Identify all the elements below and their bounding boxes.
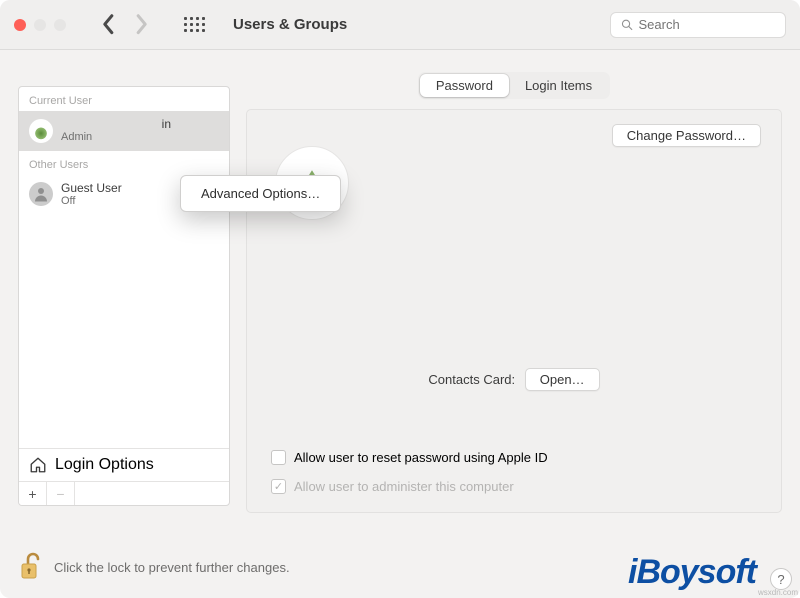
traffic-lights [14, 19, 66, 31]
nav-buttons [102, 18, 148, 32]
add-user-button[interactable]: + [19, 482, 47, 506]
open-contacts-button[interactable]: Open… [525, 368, 600, 391]
tab-bar: Password Login Items [246, 72, 782, 99]
forward-button [134, 18, 148, 32]
options: Allow user to reset password using Apple… [271, 450, 548, 494]
users-sidebar: Current User in Admin Other Users Guest … [18, 86, 230, 506]
titlebar: Users & Groups [0, 0, 800, 50]
window-title: Users & Groups [233, 16, 347, 33]
allow-reset-row[interactable]: Allow user to reset password using Apple… [271, 450, 548, 465]
watermark: wsxdn.com [758, 588, 798, 597]
footer: Click the lock to prevent further change… [18, 552, 290, 582]
change-password-button[interactable]: Change Password… [612, 124, 761, 147]
current-user-name: in [61, 117, 171, 131]
guest-user-status: Off [61, 195, 122, 208]
user-info: in Admin [61, 117, 171, 145]
allow-reset-label: Allow user to reset password using Apple… [294, 450, 548, 465]
guest-avatar-icon [29, 182, 53, 206]
main-panel: Password Login Items Change Password… Co… [246, 72, 782, 526]
search-input[interactable] [639, 17, 775, 32]
guest-user-info: Guest User Off [61, 181, 122, 209]
show-all-prefs-button[interactable] [184, 17, 205, 32]
window: Users & Groups Current User in Admin Oth… [0, 0, 800, 598]
allow-admin-row: Allow user to administer this computer [271, 479, 548, 494]
close-window-button[interactable] [14, 19, 26, 31]
tab-login-items[interactable]: Login Items [509, 74, 608, 97]
current-user-role: Admin [61, 131, 171, 144]
minimize-window-button[interactable] [34, 19, 46, 31]
guest-user-name: Guest User [61, 181, 122, 195]
search-icon [621, 18, 633, 31]
password-panel: Change Password… Contacts Card: Open… Al… [246, 109, 782, 513]
content-area: Current User in Admin Other Users Guest … [0, 50, 800, 598]
contacts-card-label: Contacts Card: [428, 372, 515, 387]
brand-logo: iBoysoft [628, 553, 756, 592]
login-options-button[interactable]: Login Options [19, 448, 229, 481]
help-button[interactable]: ? [770, 568, 792, 590]
back-button[interactable] [102, 18, 116, 32]
zoom-window-button[interactable] [54, 19, 66, 31]
tab-password[interactable]: Password [420, 74, 509, 97]
context-menu-advanced-options[interactable]: Advanced Options… [187, 182, 334, 205]
login-options-label: Login Options [55, 456, 154, 474]
add-remove-bar: + − [19, 481, 229, 505]
allow-reset-checkbox[interactable] [271, 450, 286, 465]
allow-admin-label: Allow user to administer this computer [294, 479, 514, 494]
lock-open-icon[interactable] [18, 552, 44, 582]
sidebar-item-current-user[interactable]: in Admin [19, 111, 229, 151]
other-users-header: Other Users [19, 151, 229, 175]
user-avatar-icon [29, 119, 53, 143]
allow-admin-checkbox [271, 479, 286, 494]
current-user-header: Current User [19, 87, 229, 111]
context-menu: Advanced Options… [180, 175, 341, 212]
home-icon [29, 456, 47, 474]
remove-user-button: − [47, 482, 75, 506]
lock-hint-text: Click the lock to prevent further change… [54, 560, 290, 575]
tab-group: Password Login Items [418, 72, 610, 99]
search-field[interactable] [610, 12, 786, 38]
contacts-card-row: Contacts Card: Open… [247, 368, 781, 391]
